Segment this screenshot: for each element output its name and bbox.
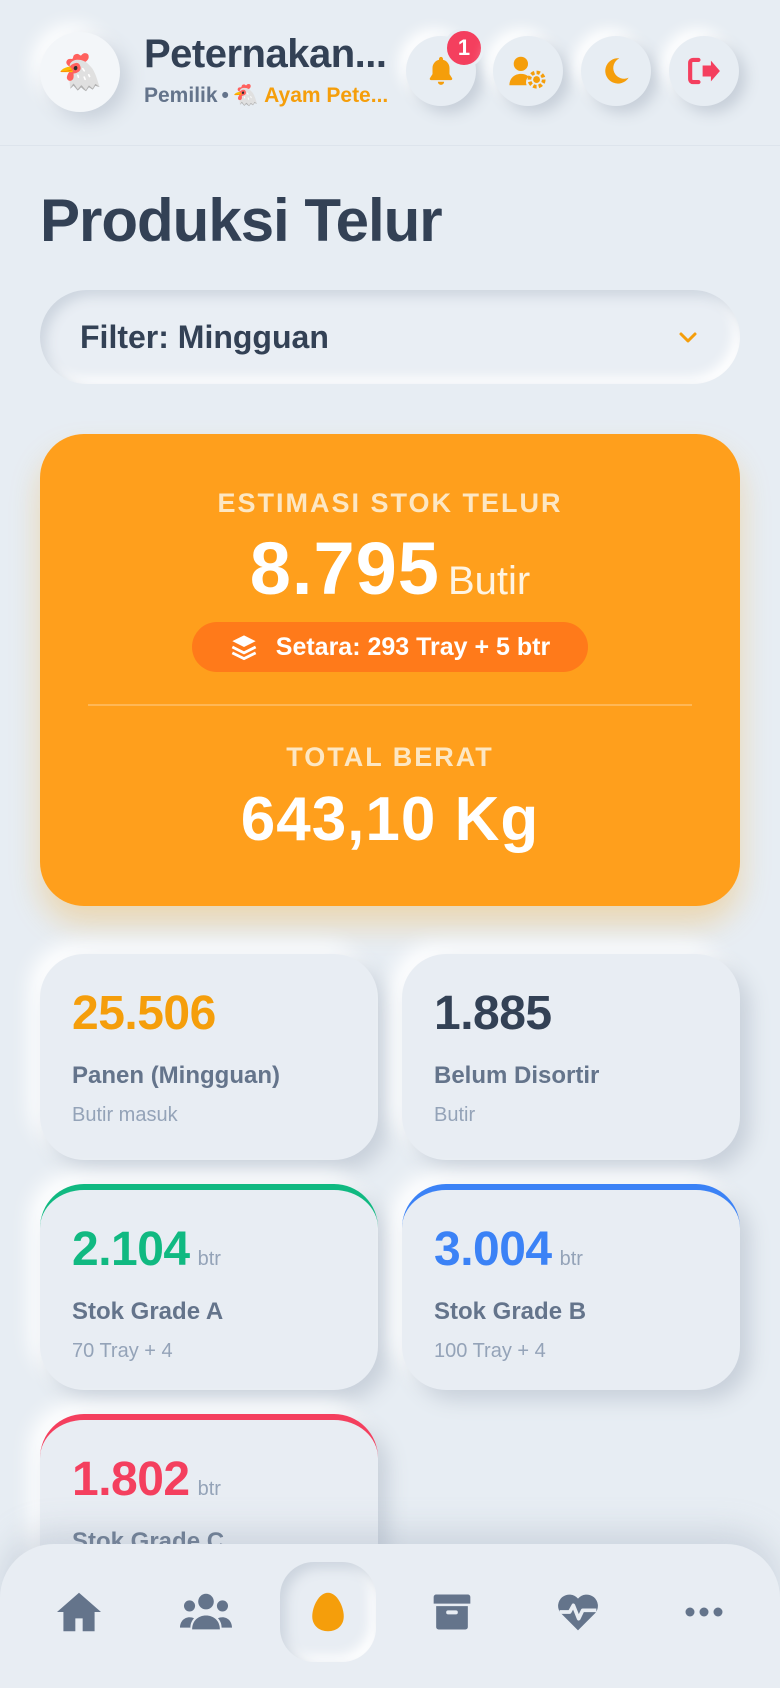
summary-divider — [88, 704, 692, 706]
moon-icon — [605, 58, 629, 84]
unsorted-value: 1.885 — [434, 987, 552, 1040]
tray-equivalent-pill: Setara: 293 Tray + 5 btr — [192, 622, 588, 672]
grade-c-value-row: 1.802 btr — [72, 1452, 346, 1516]
grade-c-value: 1.802 — [72, 1453, 190, 1506]
grade-a-sub: 70 Tray + 4 — [72, 1340, 173, 1362]
grade-b-title: Stok Grade B — [434, 1298, 587, 1325]
unsorted-sub: Butir — [434, 1104, 476, 1126]
farm-type: Ayam Pete... — [264, 84, 389, 107]
layers-icon — [231, 635, 257, 661]
farm-name: Peternakan... — [144, 32, 387, 76]
nav-more[interactable] — [664, 1572, 744, 1652]
separator: • — [221, 84, 229, 107]
chevron-down-icon — [679, 332, 697, 343]
grade-a-title: Stok Grade A — [72, 1298, 224, 1325]
harvest-title: Panen (Mingguan) — [72, 1062, 280, 1089]
grade-b-sub: 100 Tray + 4 — [434, 1340, 546, 1362]
stock-unit: Butir — [447, 559, 531, 603]
page-title: Produksi Telur — [40, 187, 443, 254]
farm-title-block: Peternakan... Pemilik • 🐔 Ayam Pete... — [144, 30, 402, 110]
bottom-navigation — [0, 1544, 780, 1688]
harvest-value-row: 25.506 — [72, 986, 346, 1050]
grade-a-card[interactable]: 2.104 btr Stok Grade A 70 Tray + 4 — [40, 1184, 378, 1390]
unsorted-value-row: 1.885 — [434, 986, 708, 1050]
egg-icon — [312, 1592, 344, 1632]
farm-subtitle: Pemilik • 🐔 Ayam Pete... — [144, 82, 402, 110]
grade-b-value: 3.004 — [434, 1223, 552, 1276]
grade-b-value-row: 3.004 btr — [434, 1222, 708, 1286]
chicken-icon: 🐔 — [57, 51, 103, 92]
user-settings-button[interactable] — [493, 36, 563, 106]
grade-a-unit: btr — [197, 1248, 221, 1270]
app-screen: 🐔 Peternakan... Pemilik • 🐔 Ayam Pete... 1 — [0, 0, 780, 1688]
logout-icon — [688, 57, 720, 85]
tray-equivalent-text: Setara: 293 Tray + 5 btr — [275, 632, 551, 661]
harvest-value: 25.506 — [72, 987, 216, 1040]
harvest-card[interactable]: 25.506 Panen (Mingguan) Butir masuk — [40, 954, 378, 1160]
nav-inventory[interactable] — [412, 1572, 492, 1652]
nav-health[interactable] — [538, 1572, 618, 1652]
notification-button[interactable]: 1 — [406, 28, 484, 106]
stock-value: 8.795 — [249, 527, 440, 610]
chicken-small-icon: 🐔 — [232, 84, 260, 107]
more-icon — [685, 1607, 723, 1617]
top-header: 🐔 Peternakan... Pemilik • 🐔 Ayam Pete... 1 — [0, 0, 780, 146]
grade-c-unit: btr — [197, 1478, 221, 1500]
farm-logo[interactable]: 🐔 — [40, 32, 120, 112]
harvest-sub: Butir masuk — [72, 1104, 178, 1126]
stock-summary-card: ESTIMASI STOK TELUR 8.795 Butir Setara: 2… — [40, 434, 740, 906]
grade-b-card[interactable]: 3.004 btr Stok Grade B 100 Tray + 4 — [402, 1184, 740, 1390]
unsorted-card[interactable]: 1.885 Belum Disortir Butir — [402, 954, 740, 1160]
weight-label: TOTAL BERAT — [286, 742, 494, 772]
notification-badge: 1 — [444, 28, 484, 68]
nav-eggs[interactable] — [280, 1562, 376, 1662]
box-icon — [433, 1594, 471, 1630]
logout-button[interactable] — [669, 36, 739, 106]
grade-b-unit: btr — [559, 1248, 583, 1270]
user-gear-icon — [509, 56, 546, 89]
period-filter-select[interactable]: Filter: Mingguan — [40, 290, 740, 384]
users-icon — [180, 1593, 232, 1630]
weight-value: 643,10 Kg — [240, 785, 540, 854]
nav-home[interactable] — [39, 1572, 119, 1652]
unsorted-title: Belum Disortir — [434, 1062, 600, 1089]
dark-mode-button[interactable] — [581, 36, 651, 106]
stock-label: ESTIMASI STOK TELUR — [217, 488, 563, 518]
stock-value-row: 8.795 Butir — [40, 526, 740, 611]
nav-users[interactable] — [166, 1572, 246, 1652]
grade-a-value: 2.104 — [72, 1223, 190, 1276]
home-icon — [57, 1592, 101, 1632]
user-role: Pemilik — [144, 84, 218, 107]
filter-label: Filter: Mingguan — [80, 318, 329, 355]
grade-a-value-row: 2.104 btr — [72, 1222, 346, 1286]
heart-pulse-icon — [558, 1594, 598, 1631]
